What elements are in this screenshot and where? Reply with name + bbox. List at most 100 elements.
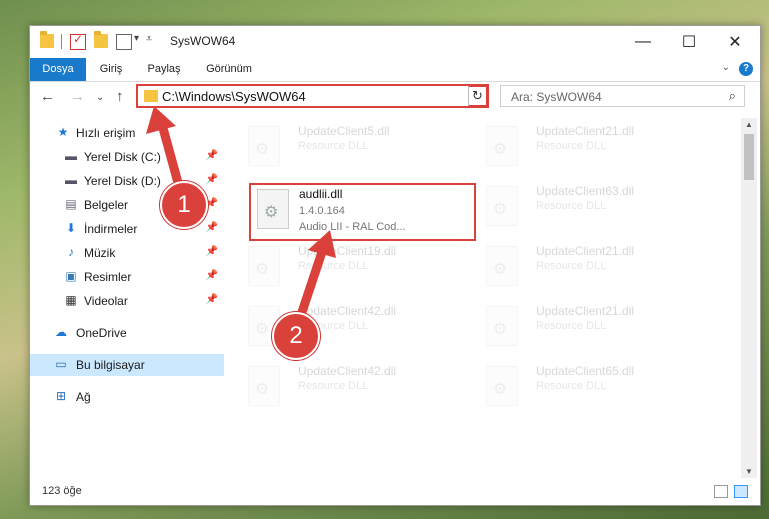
file-name: audlii.dll	[299, 187, 343, 201]
dll-file-icon	[257, 189, 289, 229]
sidebar-item-label: Videolar	[84, 294, 128, 308]
file-item[interactable]: UpdateClient63.dll Resource DLL	[468, 184, 698, 234]
sidebar-item-label: Müzik	[84, 246, 116, 260]
file-type: Resource DLL	[298, 260, 369, 272]
file-item[interactable]: UpdateClient5.dll Resource DLL	[230, 124, 460, 174]
separator	[61, 34, 62, 49]
large-icons-view-icon[interactable]	[734, 485, 748, 498]
search-box[interactable]: ⌕	[500, 85, 745, 107]
expand-ribbon-icon[interactable]: ⌄	[722, 62, 730, 73]
step-1-badge: 1	[160, 181, 208, 229]
tab-giris[interactable]: Giriş	[92, 58, 130, 81]
file-name: UpdateClient21.dll	[536, 244, 635, 258]
sidebar-item-label: Belgeler	[84, 198, 129, 212]
recent-locations-icon[interactable]: ⌄	[96, 92, 104, 103]
navigation-pane: ★ Hızlı erişim ▬ Yerel Disk (C:) 📌 ▬ Yer…	[30, 118, 224, 478]
sidebar-item-this-pc[interactable]: ▭ Bu bilgisayar	[30, 354, 224, 376]
sidebar-item-label: Resimler	[84, 270, 132, 284]
sidebar-item-label: Yerel Disk (D:)	[84, 174, 161, 188]
pin-icon[interactable]: 📌	[206, 150, 218, 161]
download-icon: ⬇	[65, 221, 77, 235]
dll-file-icon	[248, 366, 280, 406]
details-view-icon[interactable]	[714, 485, 728, 498]
properties-check-icon[interactable]	[70, 32, 86, 50]
sidebar-item-label: Ağ	[76, 390, 91, 404]
address-path: C:\Windows\SysWOW64	[162, 89, 306, 104]
file-description: Audio LII - RAL Cod...	[299, 221, 406, 233]
sidebar-item-onedrive[interactable]: ☁ OneDrive	[30, 322, 224, 344]
sidebar-item-label: Yerel Disk (C:)	[84, 150, 161, 164]
window-title: SysWOW64	[170, 34, 236, 48]
sidebar-item-local-disk-c[interactable]: ▬ Yerel Disk (C:) 📌	[30, 146, 224, 168]
scroll-up-icon[interactable]: ▲	[745, 120, 753, 129]
cloud-icon: ☁	[55, 325, 67, 339]
dll-file-icon	[248, 246, 280, 286]
item-count: 123 öğe	[42, 485, 82, 497]
tab-dosya[interactable]: Dosya	[30, 58, 86, 81]
dll-file-icon	[486, 186, 518, 226]
pin-icon[interactable]: 📌	[206, 270, 218, 281]
back-arrow-icon[interactable]: ←	[40, 88, 55, 105]
sidebar-item-quick-access[interactable]: ★ Hızlı erişim	[30, 122, 224, 144]
chevron-down-icon[interactable]: ▾	[134, 33, 139, 44]
dll-file-icon	[486, 366, 518, 406]
sidebar-item-pictures[interactable]: ▣ Resimler 📌	[30, 266, 224, 288]
file-version: 1.4.0.164	[299, 205, 345, 217]
file-item[interactable]: UpdateClient19.dll Resource DLL	[230, 244, 460, 294]
tab-paylas[interactable]: Paylaş	[142, 58, 186, 81]
file-name: UpdateClient42.dll	[298, 304, 397, 318]
ribbon-tabs: Dosya Giriş Paylaş Görünüm ⌄ ?	[30, 58, 760, 82]
sidebar-item-label: Hızlı erişim	[76, 126, 136, 140]
vertical-scrollbar[interactable]: ▲ ▼	[741, 118, 757, 478]
file-item[interactable]: UpdateClient42.dll Resource DLL	[230, 304, 460, 354]
network-icon: ⊞	[55, 389, 67, 403]
file-item[interactable]: UpdateClient42.dll Resource DLL	[230, 364, 460, 414]
file-name: UpdateClient5.dll	[298, 124, 390, 138]
pictures-icon: ▣	[65, 269, 77, 283]
file-type: Resource DLL	[536, 320, 607, 332]
new-folder-icon[interactable]	[94, 31, 108, 48]
file-item[interactable]: UpdateClient21.dll Resource DLL	[468, 244, 698, 294]
file-name: UpdateClient42.dll	[298, 364, 397, 378]
customize-icon[interactable]	[116, 34, 132, 50]
file-item[interactable]: UpdateClient21.dll Resource DLL	[468, 304, 698, 354]
audlii-dll-file[interactable]: audlii.dll 1.4.0.164 Audio LII - RAL Cod…	[249, 183, 476, 241]
scroll-thumb[interactable]	[744, 134, 754, 180]
maximize-button[interactable]: ☐	[666, 26, 712, 58]
dll-file-icon	[486, 246, 518, 286]
file-type: Resource DLL	[298, 140, 369, 152]
forward-arrow-icon[interactable]: →	[70, 88, 85, 105]
help-icon[interactable]: ?	[739, 62, 753, 76]
dll-file-icon	[486, 126, 518, 166]
folder-icon	[144, 90, 158, 102]
sidebar-item-network[interactable]: ⊞ Ağ	[30, 386, 224, 408]
drive-icon: ▬	[65, 149, 77, 163]
pin-icon[interactable]: 📌	[206, 294, 218, 305]
file-name: UpdateClient65.dll	[536, 364, 635, 378]
pin-icon[interactable]: 📌	[206, 222, 218, 233]
tab-gorunum[interactable]: Görünüm	[200, 58, 258, 81]
qat-menu-icon[interactable]: ⩡	[146, 33, 152, 46]
folder-icon	[40, 31, 54, 48]
file-item[interactable]: UpdateClient65.dll Resource DLL	[468, 364, 698, 414]
title-bar: ▾ ⩡ SysWOW64 — ☐ ✕	[30, 26, 760, 58]
dll-file-icon	[486, 306, 518, 346]
close-button[interactable]: ✕	[712, 26, 758, 58]
minimize-button[interactable]: —	[620, 26, 666, 58]
file-name: UpdateClient63.dll	[536, 184, 635, 198]
sidebar-item-videos[interactable]: ▦ Videolar 📌	[30, 290, 224, 312]
file-item[interactable]: UpdateClient21.dll Resource DLL	[468, 124, 698, 174]
file-name: UpdateClient21.dll	[536, 304, 635, 318]
sidebar-item-music[interactable]: ♪ Müzik 📌	[30, 242, 224, 264]
up-arrow-icon[interactable]: ↑	[116, 88, 124, 105]
search-input[interactable]	[509, 89, 713, 105]
file-type: Resource DLL	[536, 140, 607, 152]
address-bar[interactable]: C:\Windows\SysWOW64 ⌄	[136, 84, 489, 108]
pin-icon[interactable]: 📌	[206, 246, 218, 257]
music-icon: ♪	[68, 245, 74, 259]
search-icon[interactable]: ⌕	[729, 88, 736, 104]
refresh-button[interactable]: ↻	[468, 85, 488, 107]
pin-icon[interactable]: 📌	[206, 174, 218, 185]
file-name: UpdateClient19.dll	[298, 244, 397, 258]
scroll-down-icon[interactable]: ▼	[745, 467, 753, 476]
